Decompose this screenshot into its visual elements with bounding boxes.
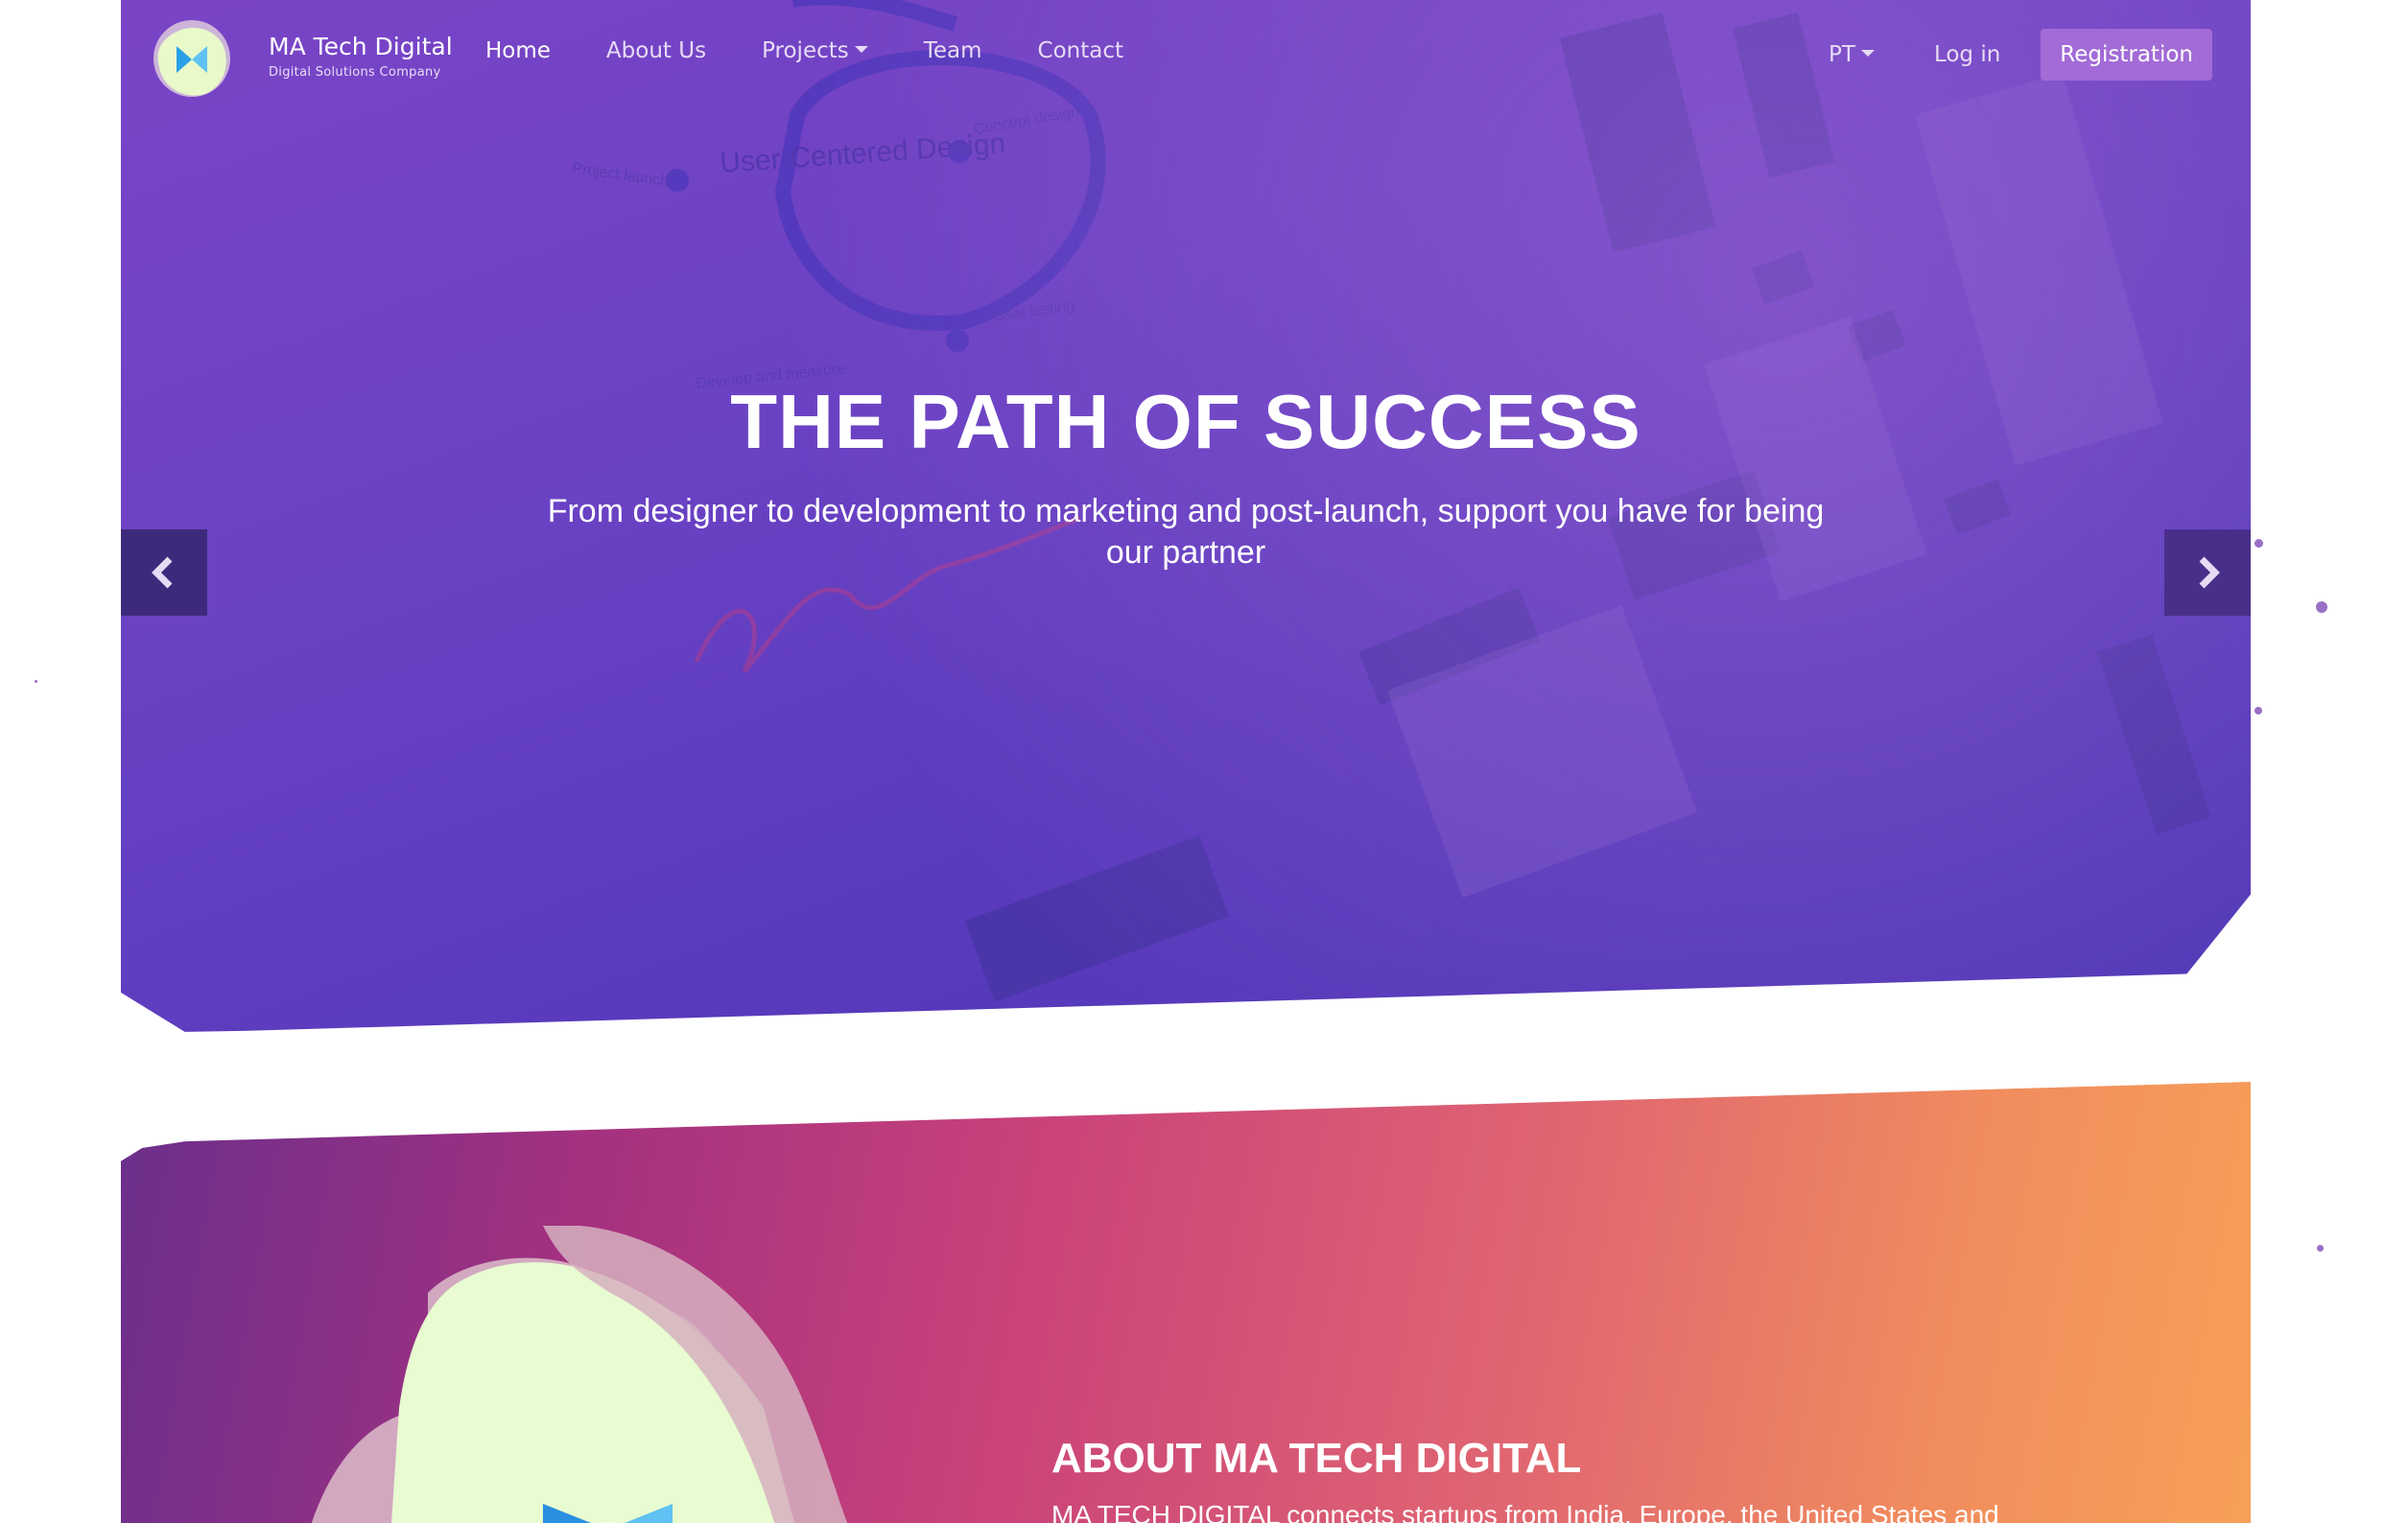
main-menu: Home About Us Projects Team Contact (485, 38, 1179, 63)
sketch-diagram-title: User-Centered Design (719, 128, 1006, 179)
about-text: MA TECH DIGITAL connects startups from I… (1051, 1500, 1999, 1523)
nav-team[interactable]: Team (924, 38, 982, 63)
chevron-right-icon (2199, 556, 2220, 589)
nav-projects-label: Projects (762, 38, 849, 63)
hero-subtitle: From designer to development to marketin… (547, 493, 1825, 571)
nav-home[interactable]: Home (485, 38, 551, 63)
carousel-prev-button[interactable] (121, 529, 207, 616)
top-navbar: MA Tech Digital Digital Solutions Compan… (121, 0, 2251, 115)
nav-about-us[interactable]: About Us (606, 38, 706, 63)
decor-dot (2317, 1245, 2324, 1252)
caret-down-icon (854, 46, 868, 53)
nav-projects-dropdown[interactable]: Projects (762, 38, 868, 63)
about-section: ABOUT MA TECH DIGITAL MA TECH DIGITAL co… (121, 1082, 2251, 1523)
about-logo-illustration (303, 1226, 860, 1523)
brand-tagline: Digital Solutions Company (269, 65, 441, 80)
hero-title: THE PATH OF SUCCESS (730, 378, 1641, 464)
login-link[interactable]: Log in (1934, 42, 2000, 67)
decor-dot (2255, 707, 2262, 715)
about-heading: ABOUT MA TECH DIGITAL (1051, 1434, 1582, 1482)
brand-name: MA Tech Digital (269, 33, 453, 60)
logo-icon (153, 20, 230, 97)
nav-actions: PT Log in Registration (1829, 29, 2212, 81)
nav-contact[interactable]: Contact (1038, 38, 1123, 63)
sketch-stage-launch: Project launch (571, 160, 670, 190)
caret-down-icon (1860, 50, 1875, 57)
sketch-stage-testing: User testing (992, 297, 1075, 325)
decor-dot (2316, 601, 2327, 613)
chevron-left-icon (152, 556, 173, 589)
carousel-next-button[interactable] (2164, 529, 2251, 616)
decor-dot (35, 680, 37, 683)
brand-logo[interactable]: MA Tech Digital Digital Solutions Compan… (148, 17, 493, 100)
hero-section: User-Centered Design Project launch Conc… (121, 0, 2251, 1032)
decor-dot (2255, 539, 2263, 548)
language-label: PT (1829, 42, 1855, 67)
language-dropdown[interactable]: PT (1829, 42, 1875, 67)
registration-button[interactable]: Registration (2041, 29, 2212, 81)
